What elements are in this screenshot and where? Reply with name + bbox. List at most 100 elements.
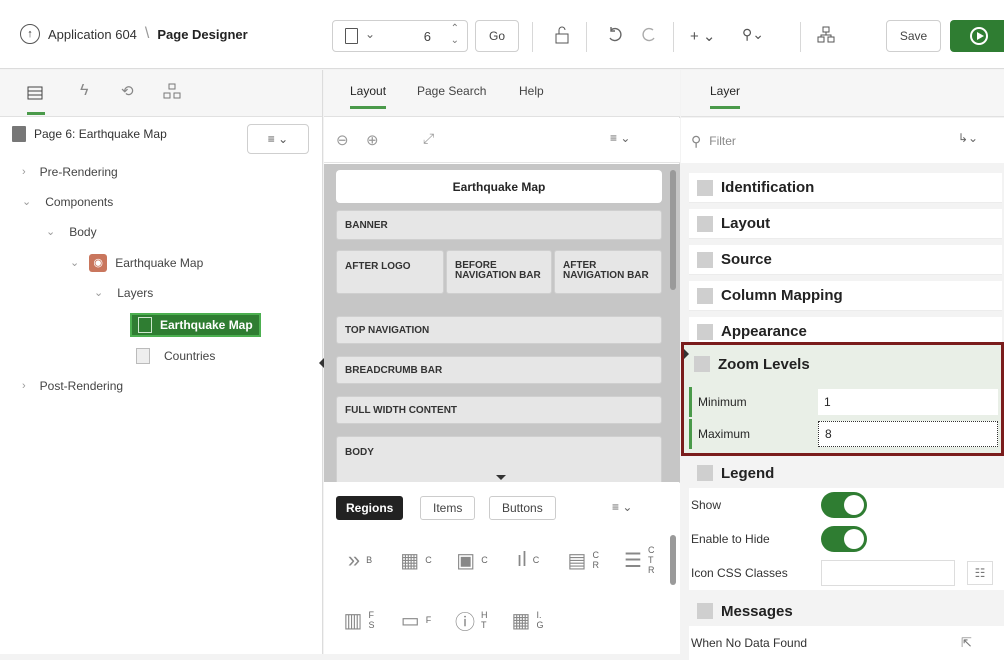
gallery-tab-regions[interactable]: Regions [336, 496, 404, 520]
gallery-label: F [425, 615, 432, 625]
gallery-scrollbar[interactable] [670, 535, 676, 585]
processing-icon[interactable]: ⟲ [121, 82, 134, 100]
layout-menu-icon[interactable]: ≡ ⌄ [610, 131, 630, 145]
group-zoom-levels[interactable]: Zoom Levels [694, 351, 810, 377]
tree-label: Earthquake Map [115, 255, 204, 270]
chevron-down-icon [697, 465, 713, 481]
tab-page-search[interactable]: Page Search [417, 84, 486, 98]
gallery-label: C R [592, 550, 599, 570]
slot-after-navigation-bar[interactable]: AFTER NAVIGATION BAR [554, 250, 662, 294]
tree-pre-rendering[interactable]: › Pre-Rendering [22, 156, 118, 187]
legend-icon-css-input[interactable] [821, 560, 955, 586]
zoom-out-icon[interactable]: ⊖ [336, 131, 349, 149]
region-type-faceted-search[interactable]: ▥ F S [332, 593, 388, 647]
canvas-scrollbar[interactable] [670, 170, 676, 290]
group-legend[interactable]: Legend [689, 458, 1004, 488]
zoom-max-input[interactable]: 8 [818, 421, 998, 447]
legend-enable-hide-row: Enable to Hide [689, 522, 1004, 556]
slot-before-navigation-bar[interactable]: BEFORE NAVIGATION BAR [446, 250, 552, 294]
group-column-mapping[interactable]: Column Mapping [689, 281, 1002, 311]
right-pane: Layer ⚲ Filter ↳⌄ Identification Layout … [681, 70, 1004, 660]
property-tabs: Layer [681, 70, 1004, 117]
stepper-icon[interactable]: ⌃ ⌄ [451, 23, 459, 47]
group-messages[interactable]: Messages [689, 596, 1004, 626]
gallery-label: C T R [647, 545, 655, 575]
page-node[interactable]: Page 6: Earthquake Map [12, 126, 167, 142]
tab-layer[interactable]: Layer [710, 84, 741, 109]
region-type-breadcrumb[interactable]: » B [332, 533, 388, 587]
gallery-tab-items[interactable]: Items [420, 496, 476, 520]
checklist-icon: ☰ [624, 549, 642, 572]
undo-icon[interactable] [606, 26, 624, 44]
page-number-input[interactable]: 6 [424, 29, 431, 44]
gallery-grid: » B ▦ C ▣ C ıl C ▤ C R ☰ C T R ▥ F S ▭ F ⓘ H T ▦ I… [332, 533, 672, 653]
slot-top-navigation[interactable]: TOP NAVIGATION [336, 316, 662, 344]
group-label: Legend [721, 464, 775, 482]
tree-region-earthquake-map[interactable]: ⌄ ◉ Earthquake Map [70, 247, 203, 278]
page-selector[interactable]: ⌄ 6 ⌃ ⌄ [332, 20, 468, 52]
group-identification[interactable]: Identification [689, 173, 1002, 203]
application-link[interactable]: Application 604 [48, 27, 137, 42]
rendering-tree-icon[interactable] [27, 86, 43, 100]
shared-components-tab-icon[interactable] [163, 82, 181, 100]
tab-help[interactable]: Help [519, 84, 544, 98]
expand-editor-icon[interactable]: ⇱ [961, 635, 972, 651]
group-source[interactable]: Source [689, 245, 1002, 275]
gallery-label: C [532, 555, 540, 565]
region-type-interactive-grid[interactable]: ▦ I. G [500, 593, 556, 647]
collapse-right-handle[interactable] [684, 349, 689, 359]
collapse-bottom-handle[interactable] [496, 475, 506, 480]
dynamic-actions-icon[interactable]: ϟ [80, 82, 88, 100]
run-button[interactable] [950, 20, 1004, 52]
gallery-label: I. G [536, 610, 544, 630]
region-type-cards[interactable]: ▣ C [444, 533, 500, 587]
zoom-in-icon[interactable]: ⊕ [366, 131, 379, 149]
legend-show-toggle[interactable] [821, 492, 867, 518]
tree-layer-earthquake-map-selected[interactable]: Earthquake Map [130, 313, 261, 337]
legend-enable-hide-toggle[interactable] [821, 526, 867, 552]
chevron-right-icon [697, 287, 713, 304]
filter-input[interactable]: ⚲ Filter [691, 125, 931, 157]
slot-banner[interactable]: BANNER [336, 210, 662, 240]
middle-tabs: Layout Page Search Help [324, 70, 680, 117]
utilities-wrench-icon[interactable]: ⚲⌄ [742, 26, 764, 43]
create-menu-icon[interactable]: + ⌄ [690, 27, 716, 45]
slot-breadcrumb-bar[interactable]: BREADCRUMB BAR [336, 356, 662, 384]
save-button[interactable]: Save [886, 20, 941, 52]
list-icon[interactable]: ☷ [967, 561, 993, 585]
filter-placeholder: Filter [709, 134, 736, 148]
go-to-group-icon[interactable]: ↳⌄ [958, 131, 978, 145]
unlock-icon[interactable] [553, 26, 571, 44]
region-type-calendar[interactable]: ▦ C [388, 533, 444, 587]
tree-label: Countries [164, 348, 216, 363]
tree-layer-countries[interactable]: Countries [136, 340, 215, 371]
up-arrow-icon[interactable]: ↑ [20, 24, 40, 44]
slot-full-width-content[interactable]: FULL WIDTH CONTENT [336, 396, 662, 424]
tree-body[interactable]: ⌄ Body [46, 216, 97, 247]
shared-components-icon[interactable] [816, 25, 836, 45]
chevron-right-icon: › [22, 379, 26, 392]
tree-post-rendering[interactable]: › Post-Rendering [22, 370, 123, 401]
region-type-chart[interactable]: ıl C [500, 533, 556, 587]
go-button[interactable]: Go [475, 20, 519, 52]
group-label: Appearance [721, 323, 807, 340]
tree-components[interactable]: ⌄ Components [22, 186, 113, 217]
expand-icon[interactable]: ⤢ [423, 130, 434, 147]
region-type-classic-report[interactable]: ▤ C R [556, 533, 612, 587]
zoom-min-input[interactable]: 1 [818, 389, 998, 415]
slot-after-logo[interactable]: AFTER LOGO [336, 250, 444, 294]
group-layout[interactable]: Layout [689, 209, 1002, 239]
chevron-down-icon: ⌄ [22, 196, 32, 208]
tree-menu-button[interactable]: ≡ ⌄ [247, 124, 309, 154]
region-type-form[interactable]: ▭ F [388, 593, 444, 647]
tab-layout[interactable]: Layout [350, 84, 387, 109]
group-label: Column Mapping [721, 287, 843, 304]
tree-layers[interactable]: ⌄ Layers [94, 277, 153, 308]
chevrons-icon: » [347, 547, 361, 572]
gallery-tab-buttons[interactable]: Buttons [489, 496, 556, 520]
redo-icon[interactable] [640, 26, 658, 44]
gallery-menu-icon[interactable]: ≡ ⌄ [612, 500, 632, 514]
region-type-content-row[interactable]: ☰ C T R [612, 533, 668, 587]
region-type-help-text[interactable]: ⓘ H T [444, 593, 500, 647]
search-icon: ⚲ [691, 132, 702, 149]
